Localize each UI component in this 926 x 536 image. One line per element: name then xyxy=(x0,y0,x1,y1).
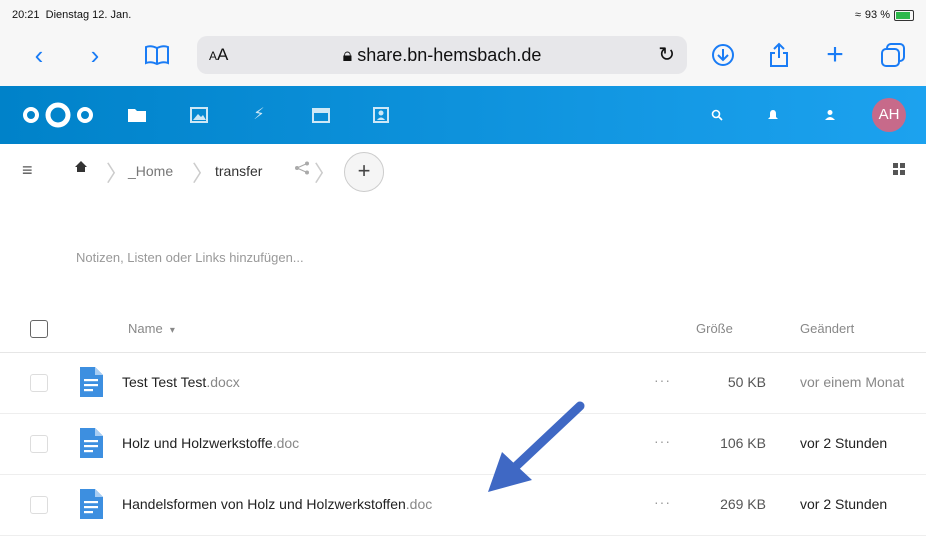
column-name[interactable]: Name ▾ xyxy=(128,321,175,336)
search-icon[interactable] xyxy=(706,104,728,126)
battery-percent: 93 % xyxy=(864,9,890,21)
bookmarks-icon[interactable] xyxy=(140,38,174,72)
reload-icon[interactable]: ↻ xyxy=(658,42,675,67)
file-modified: vor einem Monat xyxy=(800,374,905,390)
new-tab-icon[interactable]: + xyxy=(818,38,852,72)
lock-icon: 🔒︎ xyxy=(342,45,353,65)
file-name[interactable]: Holz und Holzwerkstoffe.doc xyxy=(122,435,299,451)
forward-icon[interactable]: › xyxy=(78,38,112,72)
file-name[interactable]: Handelsformen von Holz und Holzwerkstoff… xyxy=(122,496,432,512)
document-icon xyxy=(80,428,103,458)
back-icon[interactable]: ‹ xyxy=(22,38,56,72)
nextcloud-header: ⚡︎ AH xyxy=(0,86,926,144)
photos-app-icon[interactable] xyxy=(188,104,210,126)
file-name[interactable]: Test Test Test.docx xyxy=(122,374,240,390)
column-modified[interactable]: Geändert xyxy=(800,321,854,336)
user-avatar[interactable]: AH xyxy=(872,98,906,132)
breadcrumb-separator: 〉 xyxy=(314,161,337,186)
file-size: 50 KB xyxy=(727,374,766,390)
file-actions-icon[interactable]: ··· xyxy=(654,433,671,449)
file-size: 106 KB xyxy=(720,435,766,451)
nextcloud-logo[interactable] xyxy=(22,102,94,128)
document-icon xyxy=(80,367,103,397)
breadcrumb: ≡ 〉 _Home 〉 transfer 〉 + xyxy=(0,152,926,192)
annotation-arrow xyxy=(488,401,585,492)
row-checkbox[interactable] xyxy=(30,435,48,453)
safari-toolbar: ‹ › AAAA 🔒︎ share.bn-hemsbach.de ↻ + xyxy=(0,32,926,78)
file-actions-icon[interactable]: ··· xyxy=(654,494,671,510)
home-icon[interactable] xyxy=(74,160,88,178)
table-row[interactable]: Holz und Holzwerkstoffe.doc ··· 106 KB v… xyxy=(0,414,926,475)
file-modified: vor 2 Stunden xyxy=(800,435,888,451)
notifications-icon[interactable] xyxy=(762,104,784,126)
file-actions-icon[interactable]: ··· xyxy=(654,372,671,388)
browser-chrome: 20:21 Dienstag 12. Jan. ≈ 93 % ‹ › AAAA … xyxy=(0,0,926,86)
downloads-icon[interactable] xyxy=(706,38,740,72)
tabs-icon[interactable] xyxy=(876,38,910,72)
address-bar[interactable]: AAAA 🔒︎ share.bn-hemsbach.de ↻ xyxy=(197,36,687,74)
column-size[interactable]: Größe xyxy=(696,321,733,336)
file-modified: vor 2 Stunden xyxy=(800,496,888,512)
share-folder-icon[interactable] xyxy=(294,161,310,178)
activity-app-icon[interactable]: ⚡︎ xyxy=(248,104,270,126)
contacts-menu-icon[interactable] xyxy=(820,104,842,126)
table-row[interactable]: Test Test Test.docx ··· 50 KB vor einem … xyxy=(0,353,926,414)
share-icon[interactable] xyxy=(762,38,796,72)
file-size: 269 KB xyxy=(720,496,766,512)
navigation-menu-icon[interactable]: ≡ xyxy=(22,160,33,181)
wifi-icon: ≈ xyxy=(854,9,861,21)
table-row[interactable]: Handelsformen von Holz und Holzwerkstoff… xyxy=(0,475,926,536)
grid-view-icon[interactable] xyxy=(892,162,906,176)
row-checkbox[interactable] xyxy=(30,496,48,514)
files-app-icon[interactable] xyxy=(126,104,148,126)
status-bar: 20:21 Dienstag 12. Jan. ≈ 93 % xyxy=(12,9,914,23)
new-file-button[interactable]: + xyxy=(344,152,384,192)
breadcrumb-home[interactable]: _Home xyxy=(128,163,173,179)
battery-icon xyxy=(894,9,914,21)
file-list-header: Name ▾ Größe Geändert xyxy=(0,308,926,353)
breadcrumb-separator: 〉 xyxy=(192,161,215,186)
status-right: ≈ 93 % xyxy=(855,9,914,21)
url-text[interactable]: 🔒︎ share.bn-hemsbach.de xyxy=(197,45,687,66)
document-icon xyxy=(80,489,103,519)
contacts-app-icon[interactable] xyxy=(370,104,392,126)
breadcrumb-separator: 〉 xyxy=(106,161,129,186)
folder-notes-field[interactable]: Notizen, Listen oder Links hinzufügen... xyxy=(76,250,304,265)
status-time-date: 20:21 Dienstag 12. Jan. xyxy=(12,9,132,21)
row-checkbox[interactable] xyxy=(30,374,48,392)
select-all-checkbox[interactable] xyxy=(30,320,48,338)
calendar-app-icon[interactable] xyxy=(310,104,332,126)
breadcrumb-current[interactable]: transfer xyxy=(215,163,262,179)
